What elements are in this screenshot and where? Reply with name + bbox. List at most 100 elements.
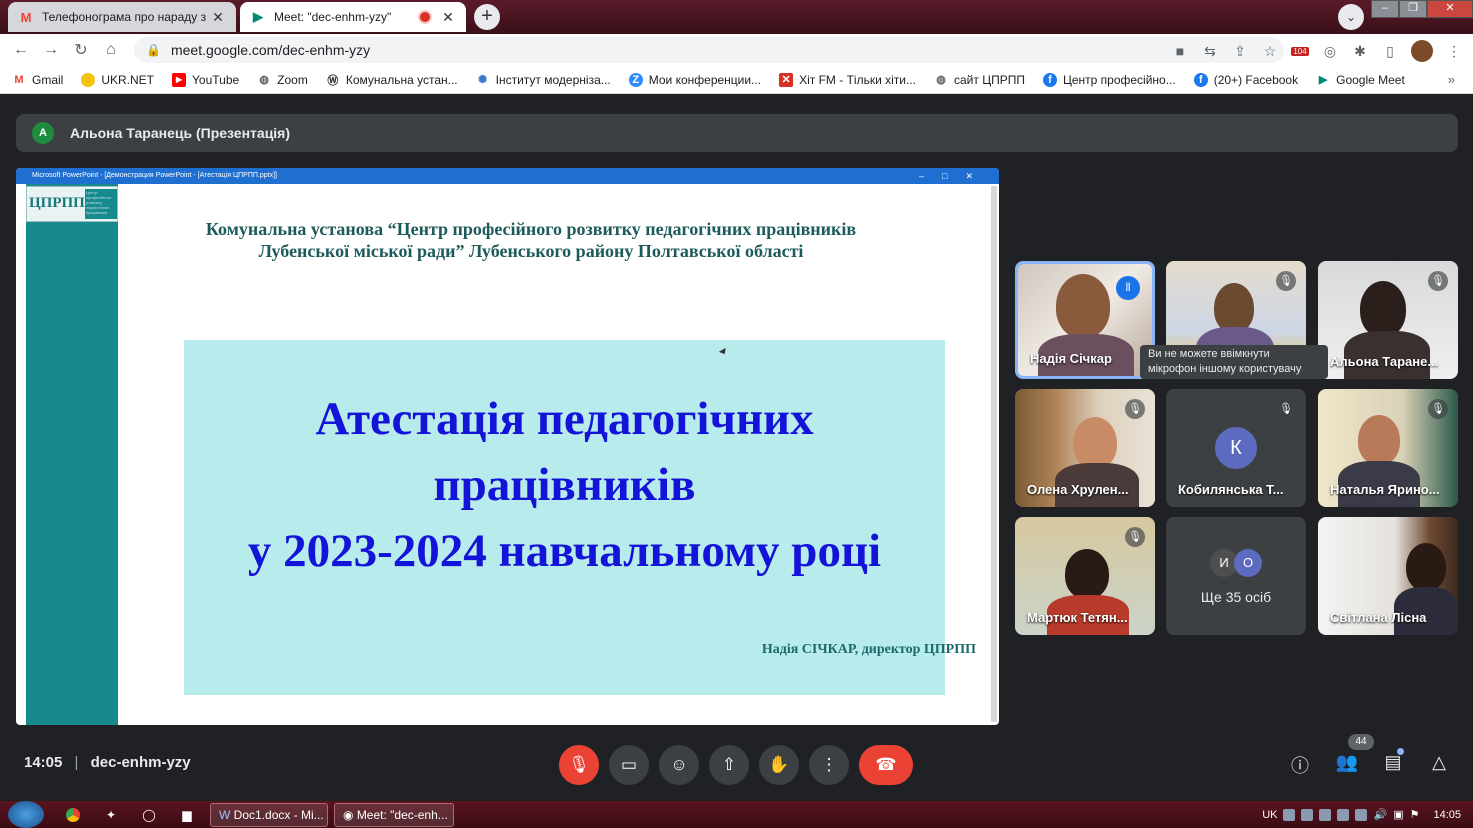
tooltip: Ви не можете ввімкнути мікрофон іншому к… (1140, 345, 1328, 379)
windows-start-icon[interactable] (8, 801, 44, 828)
close-icon[interactable]: ✕ (440, 9, 456, 26)
participant-tile[interactable]: К 🎙 Кобилянська Т... (1166, 389, 1306, 507)
bookmark-hitfm[interactable]: ✕ Хіт FM - Тільки хіти... (779, 72, 916, 87)
raise-hand-button[interactable]: ✋ (759, 745, 799, 785)
close-icon[interactable]: ✕ (210, 9, 226, 26)
menu-icon[interactable]: ⋮ (1445, 43, 1463, 60)
participant-tile[interactable]: ⦀ Надія Січкар (1015, 261, 1155, 379)
back-icon[interactable]: ← (6, 41, 36, 59)
bookmark-zoom[interactable]: ◍ Zoom (257, 73, 308, 87)
taskbar-chrome-meet[interactable]: ◉ Meet: "dec-enh... (334, 803, 454, 827)
bookmark-label: Центр професійно... (1062, 72, 1176, 87)
tray-icon[interactable] (1319, 808, 1332, 821)
tray-icon[interactable] (1283, 808, 1296, 821)
tray-icon[interactable] (1355, 808, 1368, 821)
people-icon[interactable]: 👥 (1334, 752, 1360, 773)
tray-icon[interactable] (1301, 808, 1314, 821)
bookmark-youtube[interactable]: ▶ YouTube (172, 72, 240, 87)
participant-tile[interactable]: 🎙 Альона Таране... (1318, 261, 1458, 379)
camera-icon[interactable]: ■ (1171, 43, 1189, 59)
profile-avatar[interactable] (1411, 40, 1433, 62)
bookmark-facebook[interactable]: f (20+) Facebook (1193, 72, 1298, 87)
logo-small-text: Центр професійного розвитку педагогічних… (85, 189, 117, 219)
tab-meet[interactable]: ▶ Meet: "dec-enhm-yzy" ✕ (240, 2, 466, 32)
share-icon[interactable]: ⇪ (1231, 43, 1249, 60)
bookmarks-overflow-button[interactable]: » (1448, 72, 1455, 87)
reload-icon[interactable]: ↻ (66, 40, 96, 60)
tab-gmail[interactable]: M Телефонограма про нараду з пи ✕ (8, 2, 236, 32)
address-bar[interactable]: 🔒 meet.google.com/dec-enhm-yzy (134, 37, 1284, 63)
side-panel-icon[interactable]: ▯ (1381, 43, 1399, 60)
chrome-icon[interactable] (62, 805, 84, 825)
mic-off-icon: 🎙 (568, 755, 590, 774)
taskbar-clock[interactable]: 14:05 (1433, 809, 1461, 821)
activities-icon[interactable]: △ (1426, 752, 1452, 773)
calendar-extension-icon[interactable]: 104 (1291, 46, 1309, 56)
chevron-down-icon[interactable]: ⌄ (1338, 4, 1364, 30)
slide-title-line1: Атестація педагогічних (315, 393, 814, 445)
reactions-button[interactable]: ☺ (659, 745, 699, 785)
taskbar-word-doc[interactable]: W Doc1.docx - Mi... (210, 803, 328, 827)
maximize-button[interactable]: ❐ (1399, 0, 1427, 18)
language-indicator[interactable]: UK (1262, 809, 1277, 821)
opera-icon[interactable]: ◯ (138, 805, 160, 825)
tab-title: Телефонограма про нараду з пи (42, 10, 210, 24)
bookmark-ukrnet[interactable]: UKR.NET (81, 72, 154, 87)
more-participants-tile[interactable]: И О Ще 35 осіб (1166, 517, 1306, 635)
people-count-badge: 44 (1348, 734, 1374, 750)
home-icon[interactable]: ⌂ (96, 41, 126, 59)
participant-tile[interactable]: 🎙 Наталья Ярино... (1318, 389, 1458, 507)
tray-icon[interactable] (1337, 808, 1350, 821)
bookmark-centr-fb[interactable]: f Центр професійно... (1042, 72, 1176, 87)
app-icon[interactable]: ✦ (100, 805, 122, 825)
participant-tile[interactable]: 🎙 Олена Хрулен... (1015, 389, 1155, 507)
bookmark-label: Комунальна устан... (345, 72, 458, 87)
bookmark-label: YouTube (192, 72, 240, 87)
bookmark-google-meet[interactable]: ▶ Google Meet (1316, 73, 1405, 87)
present-screen-icon: ⇧ (721, 755, 737, 774)
bookmark-imzo[interactable]: ✺ Інститут модерніза... (476, 73, 611, 87)
participant-tile[interactable]: Світлана Лісна (1318, 517, 1458, 635)
wordpress-icon: Ⓦ (327, 74, 339, 87)
bookmark-conferences[interactable]: Z Мои конференции... (628, 72, 761, 87)
close-window-button[interactable]: ✕ (1427, 0, 1473, 18)
gmail-icon: M (14, 73, 24, 86)
network-icon[interactable]: ▣ (1393, 808, 1403, 821)
info-icon[interactable]: ⓘ (1287, 752, 1313, 778)
mic-off-icon[interactable]: 🎙 (1125, 527, 1145, 547)
slide-scrollbar[interactable] (991, 186, 997, 722)
minimize-button[interactable]: – (1371, 0, 1399, 18)
camera-toggle-button[interactable]: ▭ (609, 745, 649, 785)
volume-icon[interactable]: 🔊 (1373, 808, 1387, 821)
mic-off-icon[interactable]: 🎙 (1276, 399, 1296, 419)
extensions-icon[interactable]: ✱ (1351, 43, 1369, 60)
participant-name: Мартюк Тетян... (1027, 610, 1128, 625)
translate-icon[interactable]: ⇆ (1201, 43, 1219, 60)
mic-off-icon[interactable]: 🎙 (1276, 271, 1296, 291)
more-vert-icon: ⋮ (820, 755, 838, 774)
lock-icon[interactable]: 🔒 (146, 43, 161, 57)
star-icon[interactable]: ☆ (1261, 43, 1279, 60)
mic-off-icon[interactable]: 🎙 (1428, 271, 1448, 291)
mic-off-icon[interactable]: 🎙 (1428, 399, 1448, 419)
flag-icon[interactable]: ⚑ (1410, 808, 1420, 821)
mic-toggle-button[interactable]: 🎙 (559, 745, 599, 785)
globe-icon: ◍ (259, 74, 269, 86)
present-button[interactable]: ⇧ (709, 745, 749, 785)
bookmark-gmail[interactable]: M Gmail (12, 73, 63, 87)
folder-icon[interactable]: ▆ (176, 805, 198, 825)
bookmark-komunalna[interactable]: Ⓦ Комунальна устан... (326, 72, 458, 87)
chat-icon[interactable]: ▤ (1380, 752, 1406, 773)
bookmark-cprpp[interactable]: ◍ сайт ЦПРПП (934, 73, 1025, 87)
participant-face (1360, 281, 1406, 337)
task-label: Meet: "dec-enh... (356, 808, 448, 822)
new-tab-button[interactable]: + (474, 4, 500, 30)
imzo-icon: ✺ (478, 74, 488, 86)
participant-tile[interactable]: 🎙 Мартюк Тетян... (1015, 517, 1155, 635)
mic-off-icon[interactable]: 🎙 (1125, 399, 1145, 419)
more-options-button[interactable]: ⋮ (809, 745, 849, 785)
forward-icon[interactable]: → (36, 41, 66, 59)
globe-icon[interactable]: ◎ (1321, 43, 1339, 60)
chat-notification-dot (1397, 748, 1404, 755)
leave-call-button[interactable]: ☎ (859, 745, 913, 785)
